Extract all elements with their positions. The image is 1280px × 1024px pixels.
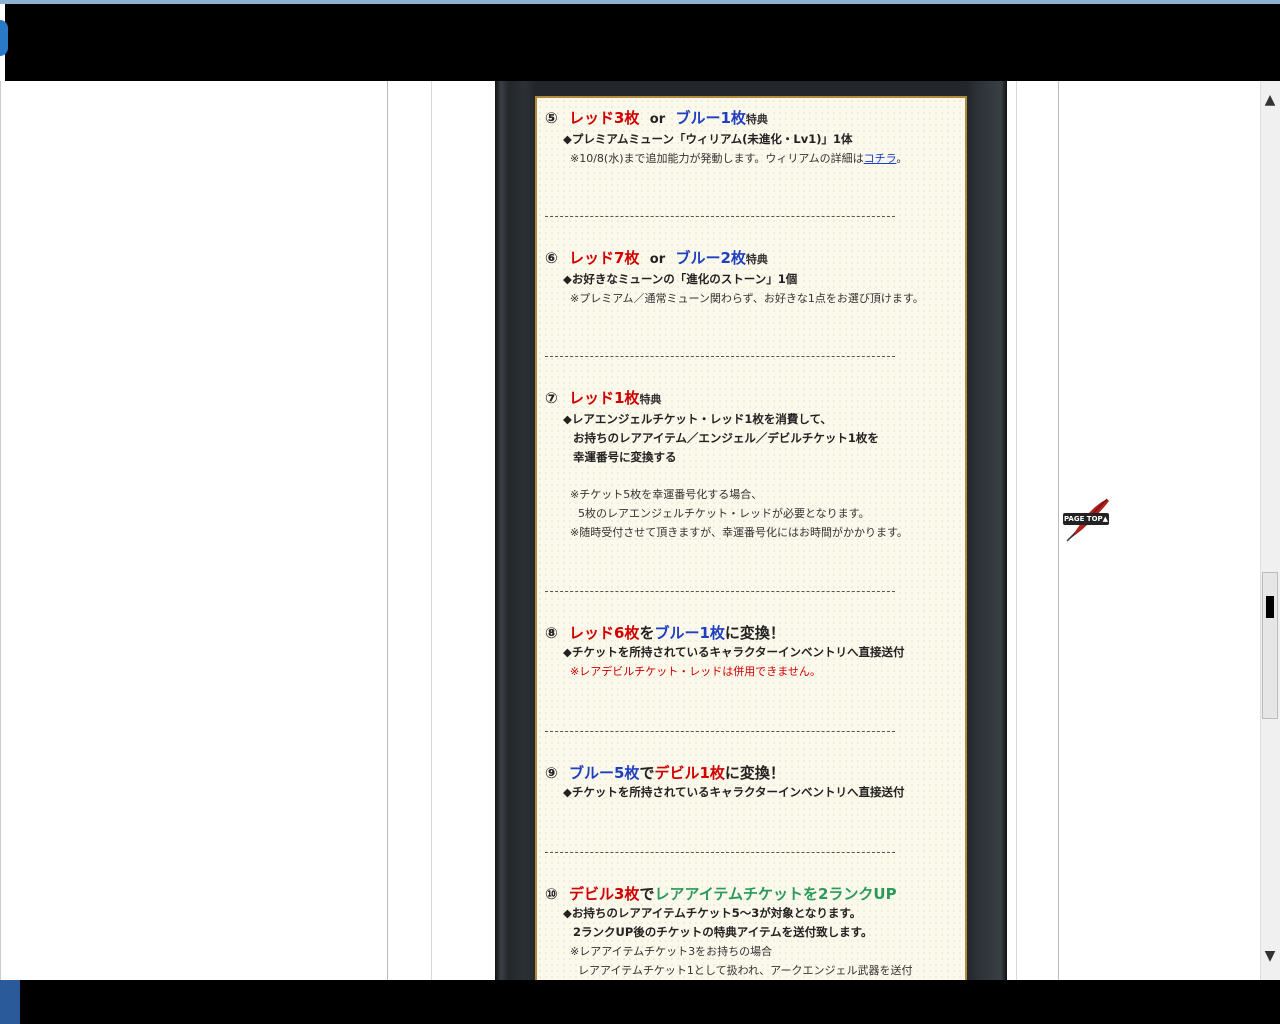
warning-note: ※レアデビルチケット・レッドは併用できません。 xyxy=(570,665,821,678)
section-number: ⑤ xyxy=(545,109,558,127)
benefit-bullet-line: お持ちのレアアイテム／エンジェル／デビルチケット1枚を xyxy=(573,431,879,445)
section-6: ⑥ レッド7枚 or ブルー2枚特典 ◆お好きなミューンの「進化のストーン」1個 ※プ… xyxy=(545,248,955,308)
red-ticket-label: レッド7枚 xyxy=(569,249,640,267)
convert-text: に変換！ xyxy=(724,764,785,782)
section-divider xyxy=(545,852,895,853)
section-8: ⑧ レッド6枚をブルー1枚に変換！ ◆チケットを所持されているキャラクターインベン… xyxy=(545,623,955,681)
note-text: ※10/8(水)まで追加能力が発動します。ウィリアムの詳細は xyxy=(570,152,864,165)
section-divider xyxy=(545,591,895,592)
devil-ticket-label: デビル1枚 xyxy=(654,764,725,782)
benefit-suffix: 特典 xyxy=(745,253,768,266)
benefit-bullet: ◆レアエンジェルチケット・レッド1枚を消費して、 xyxy=(563,412,832,426)
connector-text: で xyxy=(639,885,655,903)
section-7-heading: ⑦ レッド1枚特典 xyxy=(545,388,955,410)
benefit-bullet: ◆チケットを所持されているキャラクターインベントリへ直接送付 xyxy=(563,785,905,799)
note-end: 。 xyxy=(896,152,908,165)
section-10-heading: ⑩ デビル3枚でレアアイテムチケットを2ランクUP xyxy=(545,884,955,904)
convert-text: に変換！ xyxy=(724,624,785,642)
or-label: or xyxy=(649,112,666,127)
ticket-benefits-panel: ⑤ レッド3枚 or ブルー1枚特典 ◆プレミアムミューン「ウィリアム(未進化・Lv1… xyxy=(535,96,967,982)
blue-ticket-label: ブルー1枚 xyxy=(654,624,725,642)
benefit-note: ※レアアイテムチケット3をお持ちの場合 xyxy=(570,945,773,958)
scrollbar-marker xyxy=(1266,596,1274,618)
window-edge xyxy=(0,20,8,56)
section-divider xyxy=(545,216,895,217)
red-ticket-label: レッド1枚 xyxy=(569,389,640,407)
section-number: ⑨ xyxy=(545,764,558,782)
section-divider xyxy=(545,731,895,732)
benefit-bullet-line: 2ランクUP後のチケットの特典アイテムを送付致します。 xyxy=(573,925,873,939)
section-number: ⑥ xyxy=(545,249,558,267)
benefit-note-line: 5枚のレアエンジェルチケット・レッドが必要となります。 xyxy=(578,507,870,520)
benefit-bullet-line: 幸運番号に変換する xyxy=(573,450,677,464)
connector-text: で xyxy=(639,764,655,782)
benefit-note: ※随時受付させて頂きますが、幸運番号化にはお時間がかかります。 xyxy=(570,526,908,539)
scroll-up-arrow-icon[interactable]: ▲ xyxy=(1262,92,1278,112)
red-ticket-label: レッド6枚 xyxy=(569,624,640,642)
scroll-down-arrow-icon[interactable]: ▼ xyxy=(1262,948,1278,968)
blue-ticket-label: ブルー1枚 xyxy=(675,109,746,127)
benefit-suffix: 特典 xyxy=(745,113,768,126)
page-top-button[interactable]: PAGE TOP▲ xyxy=(1061,497,1113,543)
benefit-bullet: ◆チケットを所持されているキャラクターインベントリへ直接送付 xyxy=(563,645,905,659)
vertical-scrollbar[interactable] xyxy=(1260,81,1280,980)
section-10: ⑩ デビル3枚でレアアイテムチケットを2ランクUP ◆お持ちのレアアイテムチケット… xyxy=(545,884,955,980)
blue-ticket-label: ブルー5枚 xyxy=(569,764,640,782)
benefit-bullet: ◆お持ちのレアアイテムチケット5～3が対象となります。 xyxy=(563,906,862,920)
redacted-taskbar xyxy=(20,980,1280,1024)
redacted-browser-header xyxy=(5,4,1280,81)
page-top-label: PAGE TOP▲ xyxy=(1063,513,1109,525)
section-6-heading: ⑥ レッド7枚 or ブルー2枚特典 xyxy=(545,248,955,270)
section-number: ⑦ xyxy=(545,389,558,407)
section-8-heading: ⑧ レッド6枚をブルー1枚に変換！ xyxy=(545,623,955,643)
benefit-note: ※チケット5枚を幸運番号化する場合、 xyxy=(570,488,763,501)
benefit-note-line: レアアイテムチケット1として扱われ、アークエンジェル武器を送付 xyxy=(578,964,913,977)
connector-text: を xyxy=(639,624,655,642)
or-label: or xyxy=(649,252,666,267)
section-5: ⑤ レッド3枚 or ブルー1枚特典 ◆プレミアムミューン「ウィリアム(未進化・Lv1… xyxy=(545,108,955,168)
benefit-bullet: ◆プレミアムミューン「ウィリアム(未進化・Lv1)」1体 xyxy=(563,132,853,146)
rank-up-label: レアアイテムチケットを2ランクUP xyxy=(654,885,897,903)
red-ticket-label: レッド3枚 xyxy=(569,109,640,127)
benefit-note: ※プレミアム／通常ミューン関わらず、お好きな1点をお選び頂けます。 xyxy=(570,292,924,305)
scrollbar-thumb[interactable] xyxy=(1262,572,1278,719)
section-number: ⑩ xyxy=(545,885,558,903)
benefit-bullet: ◆お好きなミューンの「進化のストーン」1個 xyxy=(563,272,798,286)
section-divider xyxy=(545,356,895,357)
benefit-note: ※10/8(水)まで追加能力が発動します。ウィリアムの詳細はコチラ。 xyxy=(570,149,955,168)
details-link[interactable]: コチラ xyxy=(864,152,897,165)
section-number: ⑧ xyxy=(545,624,558,642)
blue-ticket-label: ブルー2枚 xyxy=(675,249,746,267)
benefit-suffix: 特典 xyxy=(639,393,662,406)
taskbar-start-edge xyxy=(0,980,20,1024)
section-9-heading: ⑨ ブルー5枚でデビル1枚に変換！ xyxy=(545,763,955,783)
section-5-heading: ⑤ レッド3枚 or ブルー1枚特典 xyxy=(545,108,955,130)
section-9: ⑨ ブルー5枚でデビル1枚に変換！ ◆チケットを所持されているキャラクターインベン… xyxy=(545,763,955,802)
section-7: ⑦ レッド1枚特典 ◆レアエンジェルチケット・レッド1枚を消費して、 お持ちのレア… xyxy=(545,388,955,542)
devil-ticket-label: デビル3枚 xyxy=(569,885,640,903)
